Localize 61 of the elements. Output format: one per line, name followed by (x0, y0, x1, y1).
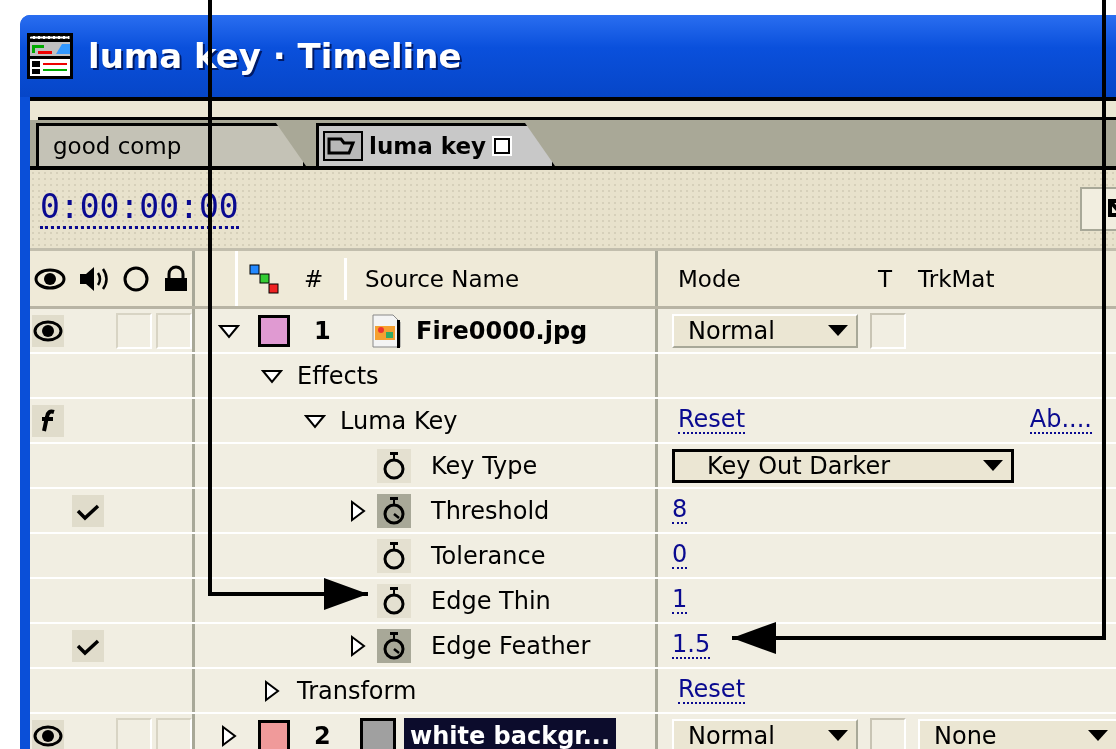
column-header[interactable]: # (304, 257, 347, 300)
mode-dropdown[interactable]: Normal (672, 313, 858, 348)
switch-box[interactable] (116, 312, 152, 349)
stopwatch-icon[interactable] (377, 493, 411, 528)
lock-icon (162, 264, 190, 293)
track-matte-dropdown[interactable]: None (918, 718, 1116, 749)
stopwatch-icon[interactable] (377, 583, 411, 618)
timeline-icon (26, 32, 74, 80)
label-color[interactable] (258, 314, 290, 347)
circle-icon (122, 264, 150, 293)
label-icon (248, 262, 280, 295)
property-name: Threshold (431, 496, 550, 525)
stopwatch-icon[interactable] (377, 448, 411, 483)
switch-box[interactable] (116, 717, 152, 749)
property-name: Tolerance (431, 541, 546, 570)
reset-link[interactable]: Reset (678, 406, 746, 435)
property-name: Edge Feather (431, 631, 591, 660)
comp-tab[interactable]: luma key (316, 123, 556, 166)
image-file-icon (370, 313, 402, 348)
property-name: Key Type (431, 451, 538, 480)
column-header[interactable]: T (878, 265, 918, 292)
column-header[interactable]: Mode (672, 265, 878, 292)
label-color[interactable] (258, 719, 290, 749)
speaker-icon (78, 264, 110, 293)
column-header[interactable]: Source Name (365, 265, 520, 292)
key-type-dropdown[interactable]: Key Out Darker (672, 448, 1014, 483)
layer-number: 2 (314, 721, 332, 749)
stopwatch-icon[interactable] (377, 628, 411, 663)
stopwatch-icon[interactable] (377, 538, 411, 573)
reset-link[interactable]: Reset (678, 676, 746, 705)
layer-number: 1 (314, 316, 332, 345)
value-link[interactable]: 8 (672, 496, 688, 525)
switch-box[interactable] (156, 717, 192, 749)
property-name: Edge Thin (431, 586, 551, 615)
column-header[interactable]: TrkMat (918, 265, 995, 292)
checkbox[interactable] (72, 629, 104, 662)
solid-icon (360, 717, 396, 749)
checkbox[interactable] (72, 494, 104, 527)
track-matte-toggle[interactable] (870, 312, 906, 349)
layer-name[interactable]: Fire0000.jpg (410, 312, 594, 349)
switch-box[interactable] (156, 312, 192, 349)
dropdown-arrow-icon (828, 729, 848, 742)
about-link[interactable]: Ab.... (1029, 406, 1092, 435)
property-name: Luma Key (340, 406, 458, 435)
effect-switch-icon[interactable] (32, 404, 64, 437)
dropdown-arrow-icon (983, 459, 1003, 472)
value-link[interactable]: 1 (672, 586, 688, 615)
comp-icon (323, 131, 363, 161)
dropdown-arrow-icon (1088, 729, 1108, 742)
property-name: Effects (297, 361, 379, 390)
layer-name[interactable]: white backgr... (404, 717, 617, 749)
property-name: Transform (297, 676, 417, 705)
dropdown-arrow-icon (828, 324, 848, 337)
mode-dropdown[interactable]: Normal (672, 718, 858, 749)
track-matte-toggle[interactable] (870, 717, 906, 749)
eye-icon[interactable] (32, 314, 64, 347)
comp-tab[interactable]: good comp (36, 123, 306, 166)
eye-icon[interactable] (32, 719, 64, 749)
close-icon[interactable] (492, 136, 513, 156)
value-link[interactable]: 1.5 (672, 631, 711, 660)
value-link[interactable]: 0 (672, 541, 688, 570)
